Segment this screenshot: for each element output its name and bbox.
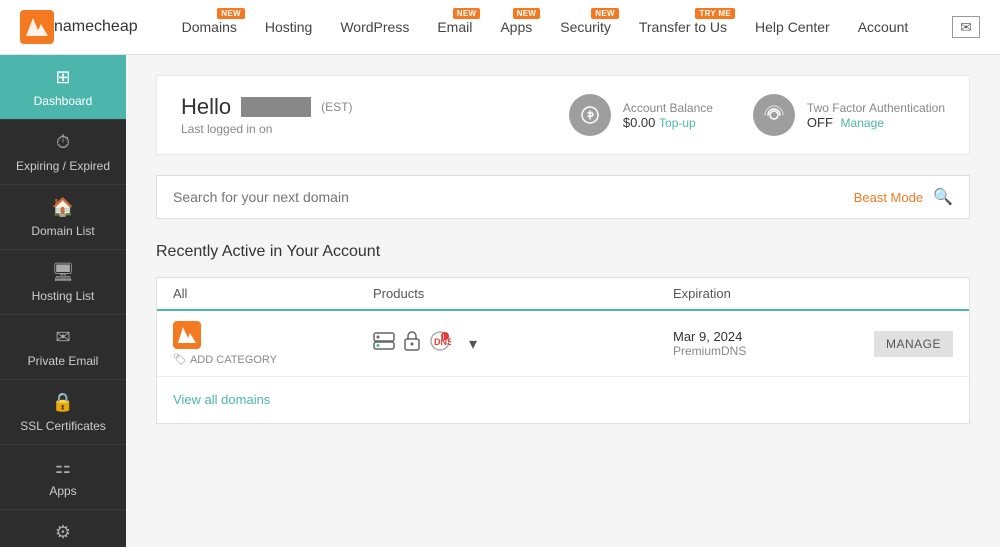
sidebar-item-expiring-label: Expiring / Expired [16, 159, 110, 173]
two-factor-label: Two Factor Authentication [807, 101, 945, 115]
view-all-domains-link[interactable]: View all domains [173, 392, 270, 407]
main-content: Hello (EST) Last logged in on Account [126, 55, 1000, 547]
nav-item-account[interactable]: Account [844, 0, 923, 55]
col-products: Products [373, 286, 673, 301]
add-category-btn[interactable]: 🏷 ADD CATEGORY [173, 353, 373, 366]
username-box [241, 97, 311, 117]
hello-section: Hello (EST) Last logged in on Account [156, 75, 970, 155]
tag-icon: 🏷 [173, 353, 187, 366]
search-right: Beast Mode 🔍 [854, 187, 953, 207]
hello-left: Hello (EST) Last logged in on [181, 94, 352, 136]
envelope-icon[interactable]: ✉ [952, 16, 980, 38]
two-factor-text: Two Factor Authentication OFF Manage [807, 101, 945, 130]
col-action [853, 286, 953, 301]
sidebar-item-apps[interactable]: ⚏ Apps [0, 445, 126, 510]
products-col: DNS ! ▾ [373, 330, 673, 357]
private-email-icon: ✉ [55, 327, 70, 348]
top-up-link[interactable]: Top-up [659, 116, 696, 130]
search-input[interactable] [173, 189, 854, 205]
apps-badge: NEW [513, 8, 541, 19]
profile-icon: ⚙ [55, 522, 71, 543]
search-icon[interactable]: 🔍 [933, 187, 953, 207]
nav-item-wordpress[interactable]: WordPress [326, 0, 423, 55]
domains-badge: NEW [217, 8, 245, 19]
sidebar-item-privateemail[interactable]: ✉ Private Email [0, 315, 126, 380]
sidebar-item-sslcerts-label: SSL Certificates [20, 419, 106, 433]
sidebar-item-hostinglist[interactable]: 🖥 Hosting List [0, 250, 126, 315]
nav-item-email[interactable]: NEW Email [423, 0, 486, 55]
view-all-link-container: View all domains [157, 377, 969, 423]
dns-product-icon: DNS ! [429, 330, 451, 357]
nav-item-domains[interactable]: NEW Domains [168, 0, 251, 55]
table-row: 🏷 ADD CATEGORY [157, 311, 969, 377]
action-col: MANAGE [853, 331, 953, 357]
sidebar-item-domainlist-label: Domain List [31, 224, 94, 238]
manage-button[interactable]: MANAGE [874, 331, 953, 357]
col-all: All [173, 286, 373, 301]
top-navigation: namecheap NEW Domains Hosting WordPress … [0, 0, 1000, 55]
sidebar-item-privateemail-label: Private Email [28, 354, 99, 368]
domain-col: 🏷 ADD CATEGORY [173, 321, 373, 366]
last-logged-in-label: Last logged in on [181, 122, 352, 136]
nav-item-security[interactable]: NEW Security [546, 0, 625, 55]
table-header: All Products Expiration [157, 278, 969, 311]
account-balance-value: $0.00 Top-up [623, 115, 713, 130]
sidebar-item-hostinglist-label: Hosting List [32, 289, 95, 303]
dashboard-icon: ⊞ [55, 67, 70, 88]
hosting-product-icon [373, 332, 395, 355]
domain-namecheap-icon [173, 321, 201, 349]
security-badge: NEW [591, 8, 619, 19]
two-factor-manage-link[interactable]: Manage [841, 116, 884, 130]
domain-list-icon: 🏠 [52, 197, 74, 218]
sidebar-item-dashboard-label: Dashboard [34, 94, 93, 108]
account-balance-label: Account Balance [623, 101, 713, 115]
expiration-date: Mar 9, 2024 [673, 329, 853, 344]
sidebar-item-sslcerts[interactable]: 🔒 SSL Certificates [0, 380, 126, 445]
main-layout: ⊞ Dashboard ⏱ Expiring / Expired 🏠 Domai… [0, 55, 1000, 547]
two-factor-value: OFF Manage [807, 115, 945, 130]
expiration-col: Mar 9, 2024 PremiumDNS [673, 329, 853, 358]
clock-icon: ⏱ [56, 132, 70, 153]
expiration-product-label: PremiumDNS [673, 344, 853, 358]
nav-right-area: ✉ [952, 16, 980, 38]
sidebar: ⊞ Dashboard ⏱ Expiring / Expired 🏠 Domai… [0, 55, 126, 547]
two-factor-block: Two Factor Authentication OFF Manage [753, 94, 945, 136]
transfer-badge: TRY ME [695, 8, 735, 19]
balance-icon [569, 94, 611, 136]
account-balance-text: Account Balance $0.00 Top-up [623, 101, 713, 130]
fingerprint-icon [753, 94, 795, 136]
sidebar-item-dashboard[interactable]: ⊞ Dashboard [0, 55, 126, 120]
sidebar-item-profile[interactable]: ⚙ Profile [0, 510, 126, 547]
nav-item-hosting[interactable]: Hosting [251, 0, 326, 55]
ssl-product-icon [403, 331, 421, 356]
sidebar-item-expiring[interactable]: ⏱ Expiring / Expired [0, 120, 126, 185]
sidebar-item-apps-label: Apps [49, 484, 76, 498]
col-expiration: Expiration [673, 286, 853, 301]
hello-greeting: Hello (EST) [181, 94, 352, 120]
svg-text:!: ! [443, 335, 445, 341]
hello-right: Account Balance $0.00 Top-up [569, 94, 945, 136]
nav-item-transfer[interactable]: TRY ME Transfer to Us [625, 0, 741, 55]
apps-sidebar-icon: ⚏ [55, 457, 71, 478]
recently-active-title: Recently Active in Your Account [156, 243, 970, 261]
ssl-icon: 🔒 [52, 392, 74, 413]
logo-text: namecheap [54, 18, 138, 36]
logo-area[interactable]: namecheap [20, 10, 138, 44]
row-expand-chevron[interactable]: ▾ [459, 334, 487, 354]
recently-active-table: All Products Expiration 🏷 ADD CATEGORY [156, 277, 970, 424]
beast-mode-link[interactable]: Beast Mode [854, 190, 923, 205]
account-balance-block: Account Balance $0.00 Top-up [569, 94, 713, 136]
namecheap-logo-icon [20, 10, 54, 44]
nav-items-list: NEW Domains Hosting WordPress NEW Email … [168, 0, 952, 55]
nav-item-apps[interactable]: NEW Apps [486, 0, 546, 55]
sidebar-item-domainlist[interactable]: 🏠 Domain List [0, 185, 126, 250]
email-badge: NEW [453, 8, 481, 19]
hosting-list-icon: 🖥 [52, 262, 75, 283]
search-bar: Beast Mode 🔍 [156, 175, 970, 219]
nav-item-helpcenter[interactable]: Help Center [741, 0, 844, 55]
